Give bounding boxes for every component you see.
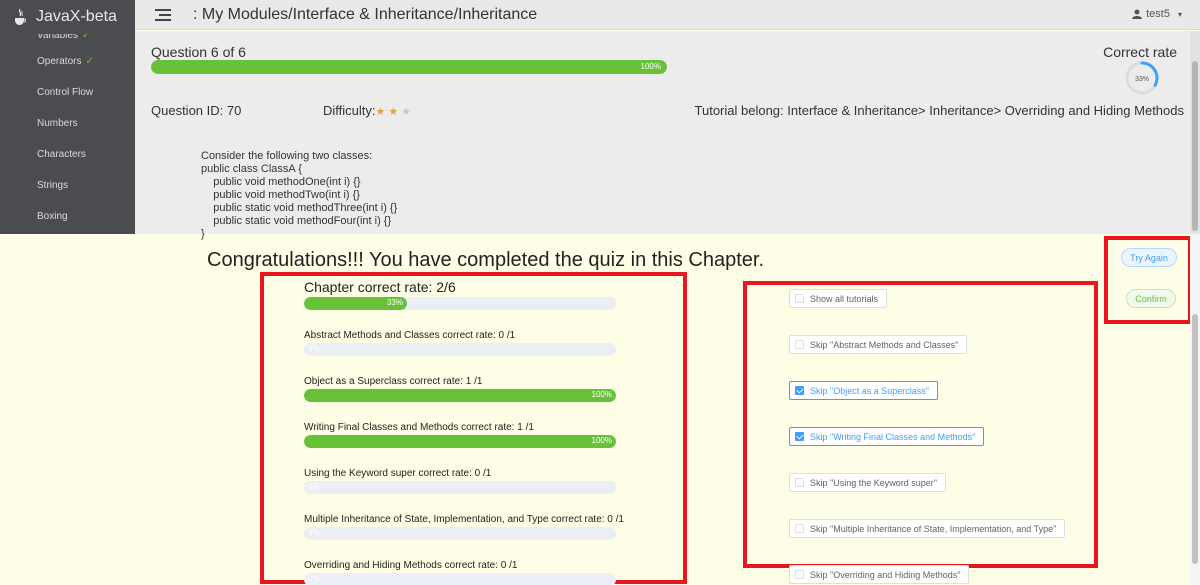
difficulty: Difficulty:★★★ bbox=[323, 103, 414, 118]
difficulty-stars: ★★★ bbox=[376, 106, 415, 118]
checkbox-label: Skip "Overriding and Hiding Methods" bbox=[810, 569, 961, 580]
sidebar-item-characters[interactable]: Characters bbox=[0, 139, 135, 170]
show-all-tutorials-checkbox[interactable]: Show all tutorials bbox=[789, 289, 888, 308]
correct-rate-gauge: 33% bbox=[1125, 61, 1159, 95]
sidebar-item-operators[interactable]: Operators ✓ bbox=[0, 46, 135, 77]
checkbox-label: Skip "Abstract Methods and Classes" bbox=[810, 339, 959, 350]
congrats-message: Congratulations!!! You have completed th… bbox=[207, 249, 765, 271]
checkbox-checked-icon[interactable] bbox=[795, 432, 804, 441]
question-id: Question ID: 70 bbox=[151, 103, 242, 118]
sidebar-item-boxing[interactable]: Boxing bbox=[0, 201, 135, 232]
sidebar-item-label: Operators bbox=[37, 56, 82, 67]
star-icon: ★ bbox=[375, 106, 389, 118]
tutorial-rate-text: 100% bbox=[591, 390, 612, 399]
checkbox-icon[interactable] bbox=[795, 524, 804, 533]
app-title: JavaX-beta bbox=[36, 8, 117, 25]
tutorial-rate-text: 0% bbox=[308, 528, 320, 537]
checkbox-checked-icon[interactable] bbox=[795, 386, 804, 395]
tutorial-rate-label: Abstract Methods and Classes correct rat… bbox=[304, 330, 516, 341]
question-progress-fill: 100% bbox=[151, 60, 667, 74]
menu-toggle-icon[interactable] bbox=[155, 8, 171, 21]
tutorial-rate-bar: 0% bbox=[304, 343, 616, 356]
question-progress-text: 100% bbox=[640, 62, 661, 71]
checkbox-icon[interactable] bbox=[795, 478, 804, 487]
sidebar-item-label: Numbers bbox=[37, 118, 78, 129]
sidebar-item-label: Strings bbox=[37, 180, 69, 191]
sidebar-item-label: Characters bbox=[37, 149, 86, 160]
tutorial-rate-bar: 100% bbox=[304, 389, 616, 402]
question-title: Question 6 of 6 bbox=[151, 44, 246, 60]
tutorial-rate-bar: 0% bbox=[304, 573, 616, 585]
question-code: Consider the following two classes: publ… bbox=[201, 150, 398, 240]
sidebar-item-label: Boxing bbox=[37, 211, 68, 222]
skip-tutorial-checkbox[interactable]: Skip "Object as a Superclass" bbox=[789, 381, 938, 400]
chapter-rate-bar: 33% bbox=[304, 297, 616, 310]
correct-rate-label: Correct rate bbox=[1103, 44, 1177, 60]
page-scrollbar[interactable] bbox=[1190, 234, 1200, 585]
user-icon bbox=[1132, 9, 1143, 19]
chevron-down-icon: ▾ bbox=[1177, 9, 1182, 19]
tutorial-rate-label: Multiple Inheritance of State, Implement… bbox=[304, 514, 624, 525]
tutorial-rate-bar: 100% bbox=[304, 435, 616, 448]
checkbox-label: Skip "Using the Keyword super" bbox=[810, 477, 937, 488]
tutorial-belong: Tutorial belong: Interface & Inheritance… bbox=[694, 103, 1184, 118]
java-cup-icon bbox=[15, 8, 26, 25]
user-menu[interactable]: test5 ▾ bbox=[1132, 8, 1182, 20]
user-name: test5 bbox=[1146, 8, 1170, 20]
checkbox-label: Skip "Writing Final Classes and Methods" bbox=[810, 431, 976, 442]
chapter-rate-fill: 33% bbox=[304, 297, 407, 310]
confirm-button[interactable]: Confirm bbox=[1126, 289, 1176, 308]
tutorial-rate-text: 0% bbox=[308, 574, 320, 583]
scrollbar[interactable] bbox=[1190, 31, 1200, 234]
quiz-panel: Question 6 of 6 100% Correct rate 33% Qu… bbox=[135, 31, 1190, 240]
sidebar-nav: Variables ✓ Operators ✓ Control Flow Numbers C… bbox=[0, 24, 135, 232]
tutorial-rate-fill: 100% bbox=[304, 389, 616, 402]
tutorial-rate-label: Overriding and Hiding Methods correct ra… bbox=[304, 560, 518, 571]
sidebar: JavaX-beta Variables ✓ Operators ✓ Control F… bbox=[0, 0, 135, 234]
correct-rate-text: 33% bbox=[1135, 76, 1149, 83]
checkbox-icon[interactable] bbox=[795, 570, 804, 579]
tutorial-rate-fill: 100% bbox=[304, 435, 616, 448]
tutorial-rate-text: 0% bbox=[308, 344, 320, 353]
page-scrollbar-thumb[interactable] bbox=[1192, 314, 1198, 564]
skip-tutorial-checkbox[interactable]: Skip "Overriding and Hiding Methods" bbox=[789, 565, 970, 584]
difficulty-label: Difficulty: bbox=[323, 103, 376, 118]
tutorial-rate-bar: 0% bbox=[304, 481, 616, 494]
scrollbar-thumb[interactable] bbox=[1192, 61, 1198, 231]
checkbox-label: Skip "Multiple Inheritance of State, Imp… bbox=[810, 523, 1057, 534]
sidebar-item-control-flow[interactable]: Control Flow bbox=[0, 77, 135, 108]
brand[interactable]: JavaX-beta bbox=[0, 0, 135, 34]
skip-tutorial-checkbox[interactable]: Skip "Writing Final Classes and Methods" bbox=[789, 427, 985, 446]
header: : My Modules/Interface & Inheritance/Inh… bbox=[135, 0, 1200, 30]
try-again-button[interactable]: Try Again bbox=[1121, 248, 1177, 267]
tutorial-rate-label: Using the Keyword super correct rate: 0 … bbox=[304, 468, 492, 479]
tutorial-rate-text: 100% bbox=[591, 436, 612, 445]
tutorial-rate-bar: 0% bbox=[304, 527, 616, 540]
tutorial-rate-label: Writing Final Classes and Methods correc… bbox=[304, 422, 534, 433]
chapter-rate-text: 33% bbox=[386, 298, 403, 307]
chapter-rate-title: Chapter correct rate: 2/6 bbox=[304, 279, 456, 295]
star-icon: ★ bbox=[401, 106, 415, 118]
sidebar-item-strings[interactable]: Strings bbox=[0, 170, 135, 201]
star-icon: ★ bbox=[388, 106, 402, 118]
skip-tutorial-checkbox[interactable]: Skip "Using the Keyword super" bbox=[789, 473, 946, 492]
question-progress: 100% bbox=[151, 60, 667, 74]
skip-tutorial-checkbox[interactable]: Skip "Multiple Inheritance of State, Imp… bbox=[789, 519, 1066, 538]
check-icon: ✓ bbox=[85, 56, 94, 67]
breadcrumb: : My Modules/Interface & Inheritance/Inh… bbox=[193, 5, 538, 23]
checkbox-icon[interactable] bbox=[795, 340, 804, 349]
checkbox-label: Show all tutorials bbox=[810, 293, 879, 304]
checkbox-label: Skip "Object as a Superclass" bbox=[810, 385, 929, 396]
skip-tutorial-checkbox[interactable]: Skip "Abstract Methods and Classes" bbox=[789, 335, 968, 354]
checkbox-icon[interactable] bbox=[795, 294, 804, 303]
sidebar-item-label: Control Flow bbox=[37, 87, 94, 98]
tutorial-rate-text: 0% bbox=[308, 482, 320, 491]
sidebar-item-numbers[interactable]: Numbers bbox=[0, 108, 135, 139]
tutorial-rate-label: Object as a Superclass correct rate: 1 /… bbox=[304, 376, 483, 387]
